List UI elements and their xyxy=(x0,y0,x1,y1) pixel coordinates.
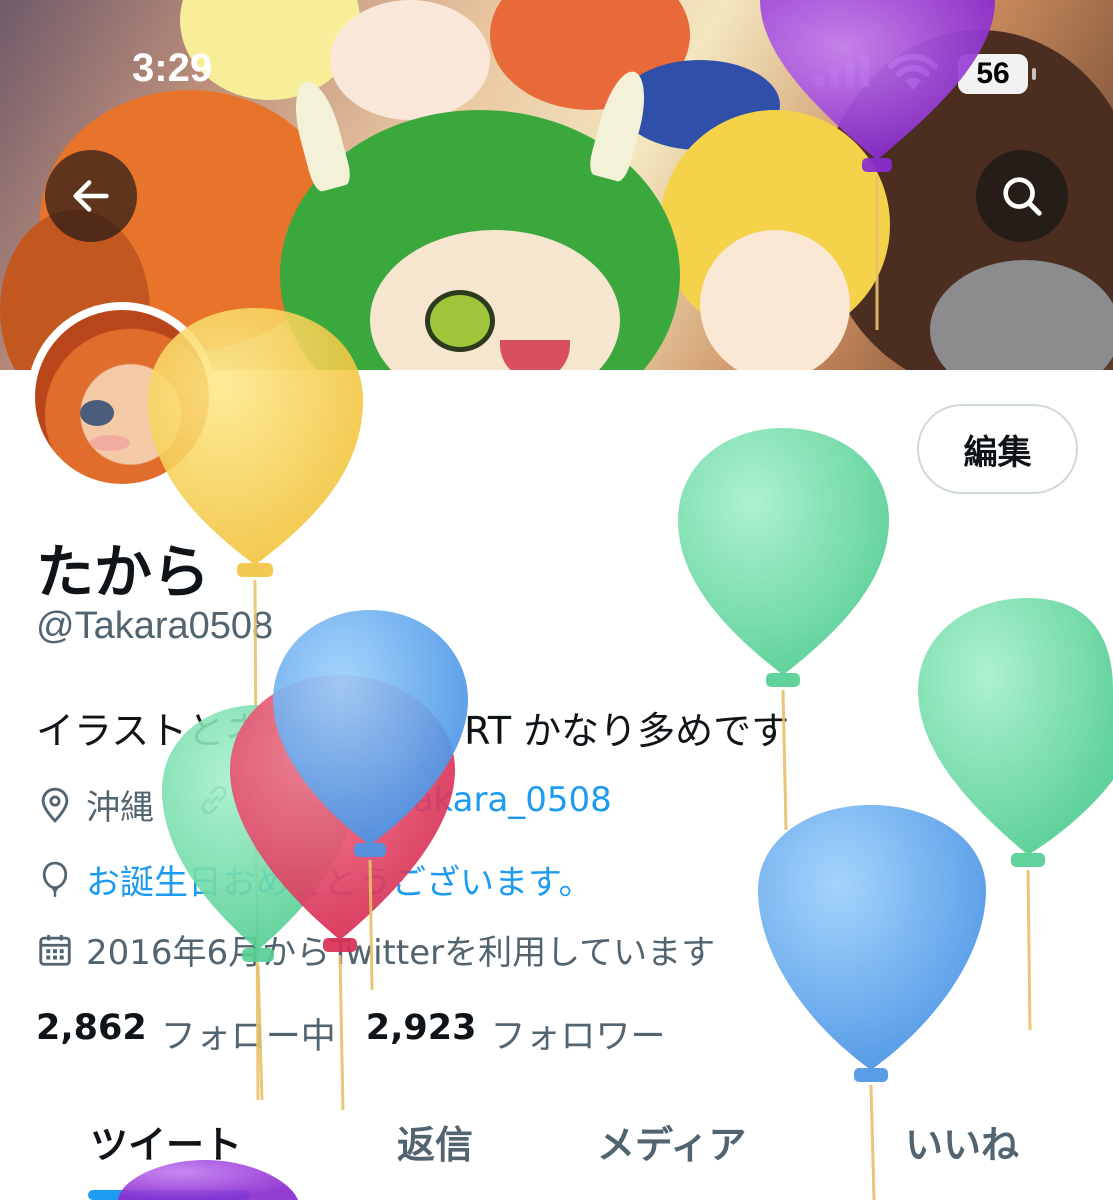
edit-profile-button[interactable]: 編集 xyxy=(917,404,1078,494)
tab-replies[interactable]: 返信 xyxy=(397,1114,473,1169)
location-row: 沖縄 xyxy=(36,780,180,829)
balloon-green-center-right xyxy=(678,428,889,831)
calendar-icon xyxy=(39,934,71,966)
tab-media[interactable]: メディア xyxy=(597,1114,746,1169)
follow-counts: 2,862 フォロー中 2,923 フォロワー xyxy=(36,1008,695,1059)
avatar-art xyxy=(80,400,114,426)
location-text: 沖縄 xyxy=(86,788,154,828)
banner-art xyxy=(330,0,490,120)
following-count[interactable]: 2,862 xyxy=(36,1008,147,1059)
banner-art xyxy=(500,340,570,370)
wifi-icon xyxy=(888,52,938,96)
active-tab-indicator xyxy=(88,1190,250,1200)
avatar[interactable] xyxy=(27,302,217,492)
battery-indicator: 56 xyxy=(958,54,1036,94)
avatar-art xyxy=(90,435,130,451)
cellular-signal-icon xyxy=(815,55,869,87)
tab-likes[interactable]: いいね xyxy=(905,1114,1019,1169)
link-icon xyxy=(201,785,227,815)
banner-art xyxy=(700,230,850,370)
birthday-row: お誕生日おめでとうございます。 xyxy=(36,855,593,904)
profile-tabs: ツイート 返信 メディア いいね xyxy=(0,1100,1113,1200)
user-handle: @Takara0508 xyxy=(36,605,274,647)
website-link[interactable]: pixiv.me/takara_0508 xyxy=(195,780,612,820)
display-name: たから xyxy=(36,538,211,606)
back-button[interactable] xyxy=(45,150,137,242)
status-time: 3:29 xyxy=(132,46,213,90)
search-button[interactable] xyxy=(976,150,1068,242)
search-icon xyxy=(1003,177,1042,216)
balloon-green-right xyxy=(918,598,1113,1031)
balloon-icon xyxy=(42,861,68,897)
banner-art xyxy=(425,290,495,352)
website-link-text[interactable]: pixiv.me/takara_0508 xyxy=(245,780,612,820)
tab-tweets[interactable]: ツイート xyxy=(90,1114,242,1169)
joined-text: 2016年6月からTwitterを利用しています xyxy=(86,933,716,973)
joined-row: 2016年6月からTwitterを利用しています xyxy=(36,925,715,974)
followers-count[interactable]: 2,923 xyxy=(366,1008,477,1059)
birthday-text[interactable]: お誕生日おめでとうございます。 xyxy=(86,855,593,904)
profile-bio: イラストとネットミーム RT かなり多めです xyxy=(36,709,790,753)
following-label[interactable]: フォロー中 xyxy=(161,1008,336,1059)
followers-label[interactable]: フォロワー xyxy=(490,1008,665,1059)
location-pin-icon xyxy=(41,787,69,823)
arrow-left-icon xyxy=(73,180,109,212)
